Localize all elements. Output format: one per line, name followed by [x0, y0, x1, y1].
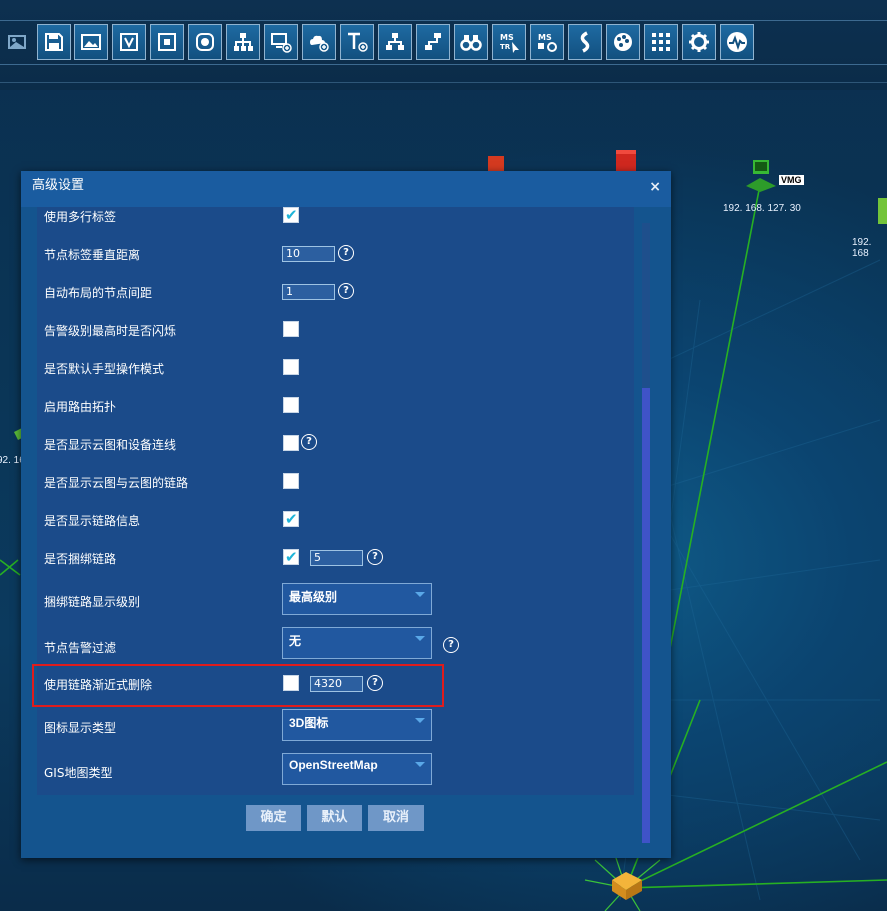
setting-label: 捆绑链路显示级别 [44, 595, 141, 609]
svg-text:MS: MS [500, 33, 514, 42]
setting-label: 是否显示链路信息 [44, 514, 141, 528]
cloud-cloud-links-checkbox[interactable] [283, 473, 299, 489]
toolbar: MS TR MS [0, 0, 887, 90]
frame-circle-icon[interactable] [188, 24, 222, 60]
setting-row: 图标显示类型 3D图标 [37, 707, 634, 753]
bundle-count-input[interactable]: 5 [310, 550, 363, 566]
gear-icon[interactable] [682, 24, 716, 60]
cloud-device-links-checkbox[interactable] [283, 435, 299, 451]
advanced-settings-dialog: 高级设置 × 使用多行标签 ✔ 节点标签垂直距离 10 ? 自动布局的节点间距 … [21, 171, 671, 858]
setting-row: 节点告警过滤 无 ? [37, 623, 634, 669]
bundle-links-checkbox[interactable]: ✔ [283, 548, 299, 566]
firewall-node-icon [488, 156, 504, 172]
vmg-label: VMG [779, 175, 804, 185]
monitor-add-icon[interactable] [264, 24, 298, 60]
setting-label: 是否显示云图和设备连线 [44, 438, 177, 452]
help-icon[interactable]: ? [301, 434, 317, 450]
setting-label: 是否显示云图与云图的链路 [44, 476, 189, 490]
setting-label: 是否默认手型操作模式 [44, 362, 165, 376]
gis-map-type-select[interactable]: OpenStreetMap [282, 753, 432, 785]
close-icon[interactable]: × [649, 179, 661, 195]
terminal-node-icon [746, 160, 776, 192]
ms-tr-icon[interactable]: MS TR [492, 24, 526, 60]
setting-label: 自动布局的节点间距 [44, 286, 153, 300]
image-settings-icon[interactable] [0, 24, 34, 60]
setting-label: 图标显示类型 [44, 721, 117, 735]
alarm-blink-checkbox[interactable] [283, 321, 299, 337]
bundle-level-select[interactable]: 最高级别 [282, 583, 432, 615]
highlight-box [32, 664, 444, 707]
palette-icon[interactable] [606, 24, 640, 60]
save-icon[interactable] [37, 24, 71, 60]
setting-label: GIS地图类型 [44, 766, 113, 780]
cloud-add-icon[interactable] [302, 24, 336, 60]
chevron-down-icon [415, 636, 425, 641]
picture-icon[interactable] [74, 24, 108, 60]
setting-label: 是否捆绑链路 [44, 552, 117, 566]
setting-label: 使用多行标签 [44, 210, 117, 224]
setting-row: 节点标签垂直距离 10 ? [37, 235, 634, 273]
dialog-title: 高级设置 [32, 178, 85, 193]
hand-mode-checkbox[interactable] [283, 359, 299, 375]
monitor-pulse-icon[interactable] [720, 24, 754, 60]
text-add-icon[interactable] [340, 24, 374, 60]
setting-label: 启用路由拓扑 [44, 400, 117, 414]
setting-row: 捆绑链路显示级别 最高级别 [37, 577, 634, 623]
route-icon[interactable] [568, 24, 602, 60]
v-badge-icon[interactable] [112, 24, 146, 60]
help-icon[interactable]: ? [443, 637, 459, 653]
confirm-button[interactable]: 确定 [246, 805, 301, 831]
route-topology-checkbox[interactable] [283, 397, 299, 413]
pipe-link-icon[interactable] [416, 24, 450, 60]
chevron-down-icon [415, 762, 425, 767]
hierarchy-icon[interactable] [226, 24, 260, 60]
svg-text:MS: MS [538, 33, 552, 42]
default-button[interactable]: 默认 [307, 805, 362, 831]
setting-row: 是否显示云图与云图的链路 [37, 463, 634, 501]
setting-row: 使用多行标签 ✔ [37, 207, 634, 233]
setting-row: 告警级别最高时是否闪烁 [37, 311, 634, 349]
frame-square-icon[interactable] [150, 24, 184, 60]
chevron-down-icon [415, 718, 425, 723]
setting-row: 是否显示链路信息 ✔ [37, 501, 634, 539]
setting-row: 是否默认手型操作模式 [37, 349, 634, 387]
binoculars-icon[interactable] [454, 24, 488, 60]
alarm-filter-select[interactable]: 无 [282, 627, 432, 659]
label-vertical-distance-input[interactable]: 10 [282, 246, 335, 262]
cancel-button[interactable]: 取消 [368, 805, 424, 831]
help-icon[interactable]: ? [338, 283, 354, 299]
node-ip-label: 192. 168 [852, 237, 872, 259]
help-icon[interactable]: ? [338, 245, 354, 261]
setting-row: 是否显示云图和设备连线 ? [37, 425, 634, 463]
setting-label: 节点标签垂直距离 [44, 248, 141, 262]
green-device-node-icon [878, 198, 887, 224]
setting-label: 节点告警过滤 [44, 641, 117, 655]
scrollbar-thumb[interactable] [642, 388, 650, 843]
topology-add-icon[interactable] [378, 24, 412, 60]
grid-icon[interactable] [644, 24, 678, 60]
icon-type-select[interactable]: 3D图标 [282, 709, 432, 741]
setting-row: 启用路由拓扑 [37, 387, 634, 425]
switch-node-icon [612, 872, 642, 900]
node-ip-label: 192. 168. 127. 30 [723, 203, 801, 214]
setting-row: 是否捆绑链路 ✔ 5 ? [37, 539, 634, 577]
setting-row: 自动布局的节点间距 1 ? [37, 273, 634, 311]
setting-row: GIS地图类型 OpenStreetMap [37, 753, 634, 795]
svg-text:TR: TR [500, 43, 511, 51]
setting-label: 告警级别最高时是否闪烁 [44, 324, 177, 338]
node-spacing-input[interactable]: 1 [282, 284, 335, 300]
ms-settings-icon[interactable]: MS [530, 24, 564, 60]
link-info-checkbox[interactable]: ✔ [283, 510, 299, 528]
help-icon[interactable]: ? [367, 549, 383, 565]
chevron-down-icon [415, 592, 425, 597]
dialog-titlebar[interactable]: 高级设置 × [21, 171, 671, 207]
multiline-label-checkbox[interactable]: ✔ [283, 207, 299, 224]
